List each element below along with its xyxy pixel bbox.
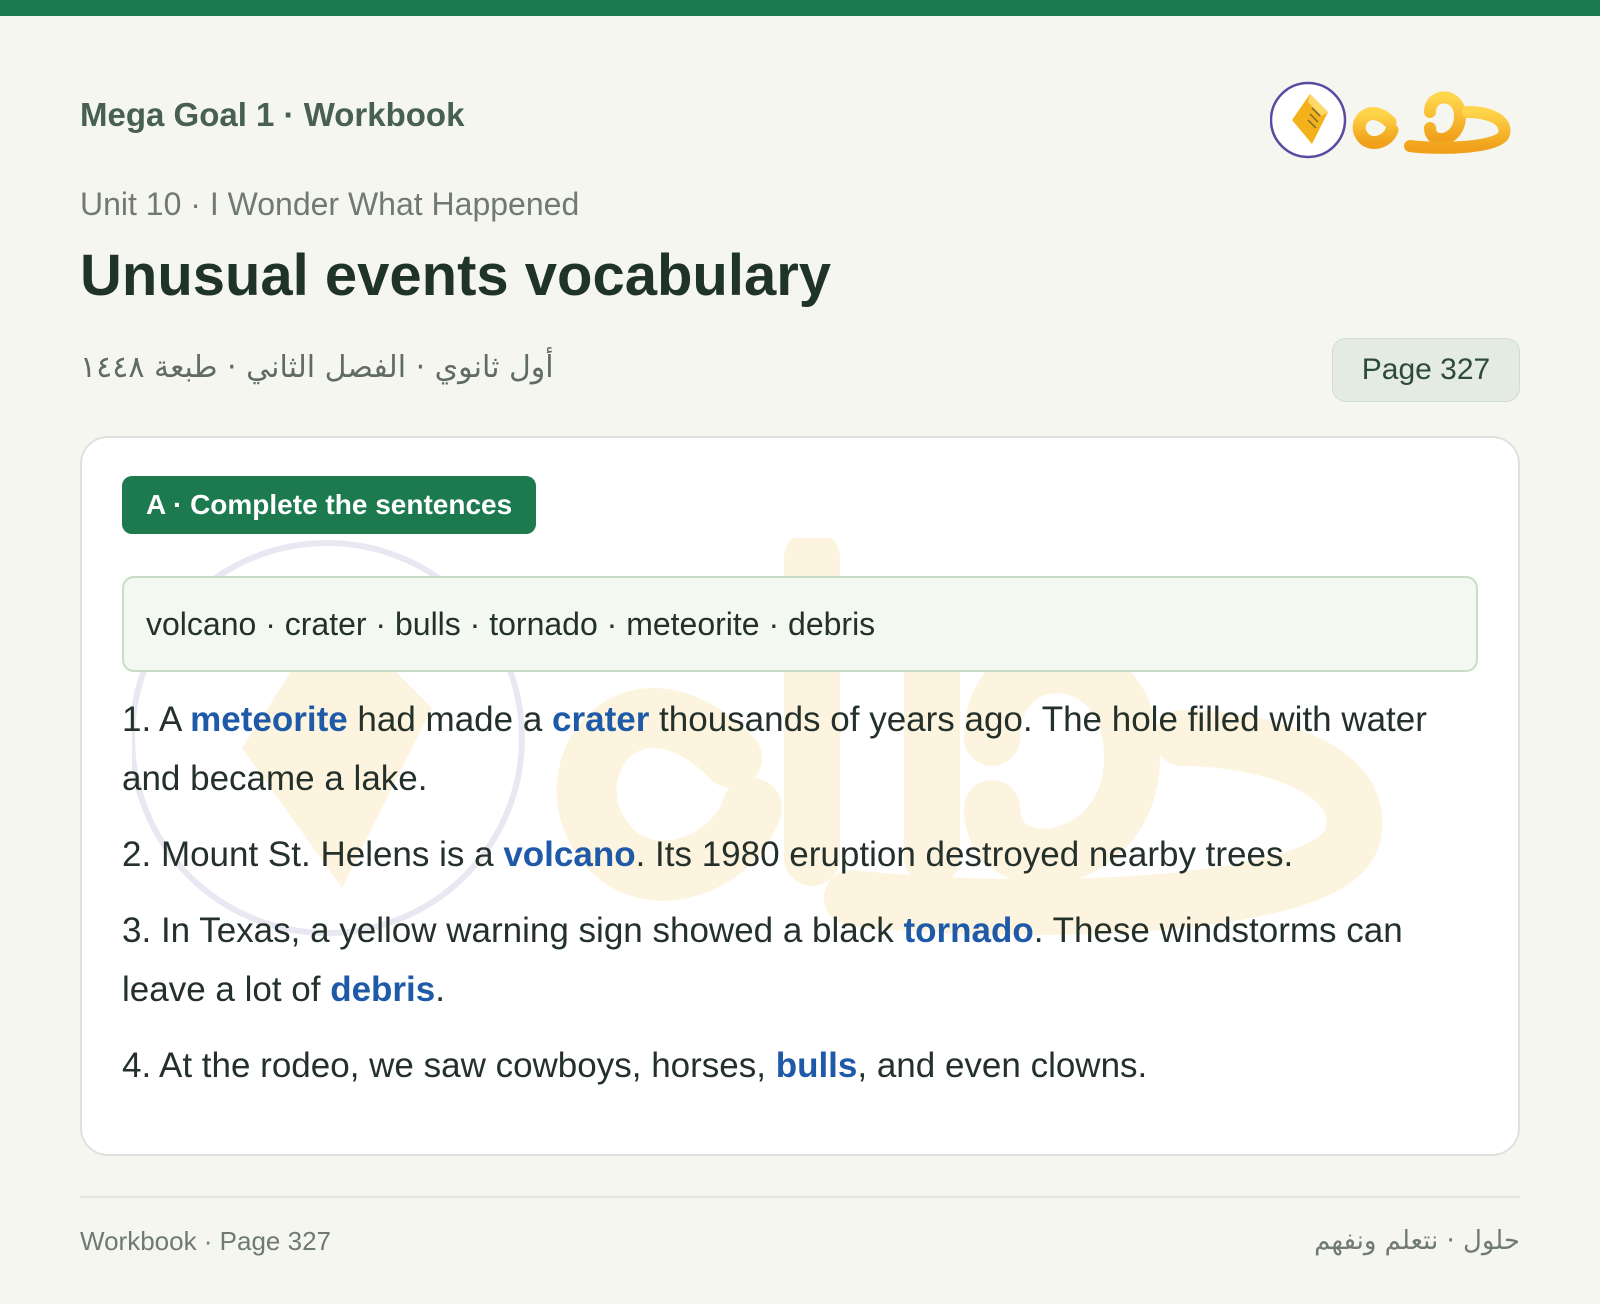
item-text: A (159, 700, 191, 739)
exercise-item-3: 3. In Texas, a yellow warning sign showe… (122, 901, 1462, 1019)
answer-word: crater (552, 700, 650, 739)
footer-page-label: Workbook · Page 327 (80, 1226, 331, 1256)
answer-word: debris (330, 970, 436, 1009)
page-number-badge: Page 327 (1332, 338, 1520, 402)
hulul-logo (1269, 66, 1520, 172)
arabic-grade-info: أول ثانوي · الفصل الثاني · طبعة ١٤٤٨ (80, 350, 554, 385)
item-number: 2. (122, 835, 152, 874)
brand-row: Mega Goal 1 · Workbook (80, 66, 1520, 172)
item-text: . Its 1980 eruption destroyed nearby tre… (635, 835, 1294, 874)
item-number: 3. (122, 911, 152, 950)
exercise-item-2: 2. Mount St. Helens is a volcano. Its 19… (122, 825, 1462, 884)
exercise-items: 1. A meteorite had made a crater thousan… (122, 690, 1462, 1112)
item-text: , and even clowns. (857, 1046, 1148, 1085)
section-label: A · Complete the sentences (122, 476, 537, 534)
answer-word: tornado (903, 911, 1034, 950)
footer-divider (80, 1196, 1520, 1198)
answer-word: volcano (503, 835, 636, 874)
hulul-logo-icon (1269, 66, 1511, 159)
exercise-item-4: 4. At the rodeo, we saw cowboys, horses,… (122, 1036, 1462, 1095)
answer-word: meteorite (190, 700, 348, 739)
item-text: In Texas, a yellow warning sign showed a… (160, 911, 904, 950)
item-text: Mount St. Helens is a (160, 835, 504, 874)
exercise-card: A · Complete the sentences volcano · cra… (80, 436, 1520, 1156)
answer-word: bulls (775, 1046, 858, 1085)
top-accent-bar (0, 0, 1600, 16)
unit-line: Unit 10 · I Wonder What Happened (80, 186, 580, 222)
item-text: At the rodeo, we saw cowboys, horses, (159, 1046, 776, 1085)
item-number: 4. (122, 1046, 152, 1085)
item-text: had made a (347, 700, 553, 739)
item-text: . (435, 970, 445, 1009)
footer-tagline: حلول · نتعلم ونفهم (1314, 1226, 1520, 1256)
book-title: Mega Goal 1 · Workbook (80, 96, 465, 133)
word-bank: volcano · crater · bulls · tornado · met… (122, 576, 1478, 672)
item-number: 1. (122, 700, 152, 739)
meta-row: أول ثانوي · الفصل الثاني · طبعة ١٤٤٨ Pag… (80, 338, 1520, 404)
exercise-item-1: 1. A meteorite had made a crater thousan… (122, 690, 1462, 808)
page-title: Unusual events vocabulary (80, 243, 832, 308)
